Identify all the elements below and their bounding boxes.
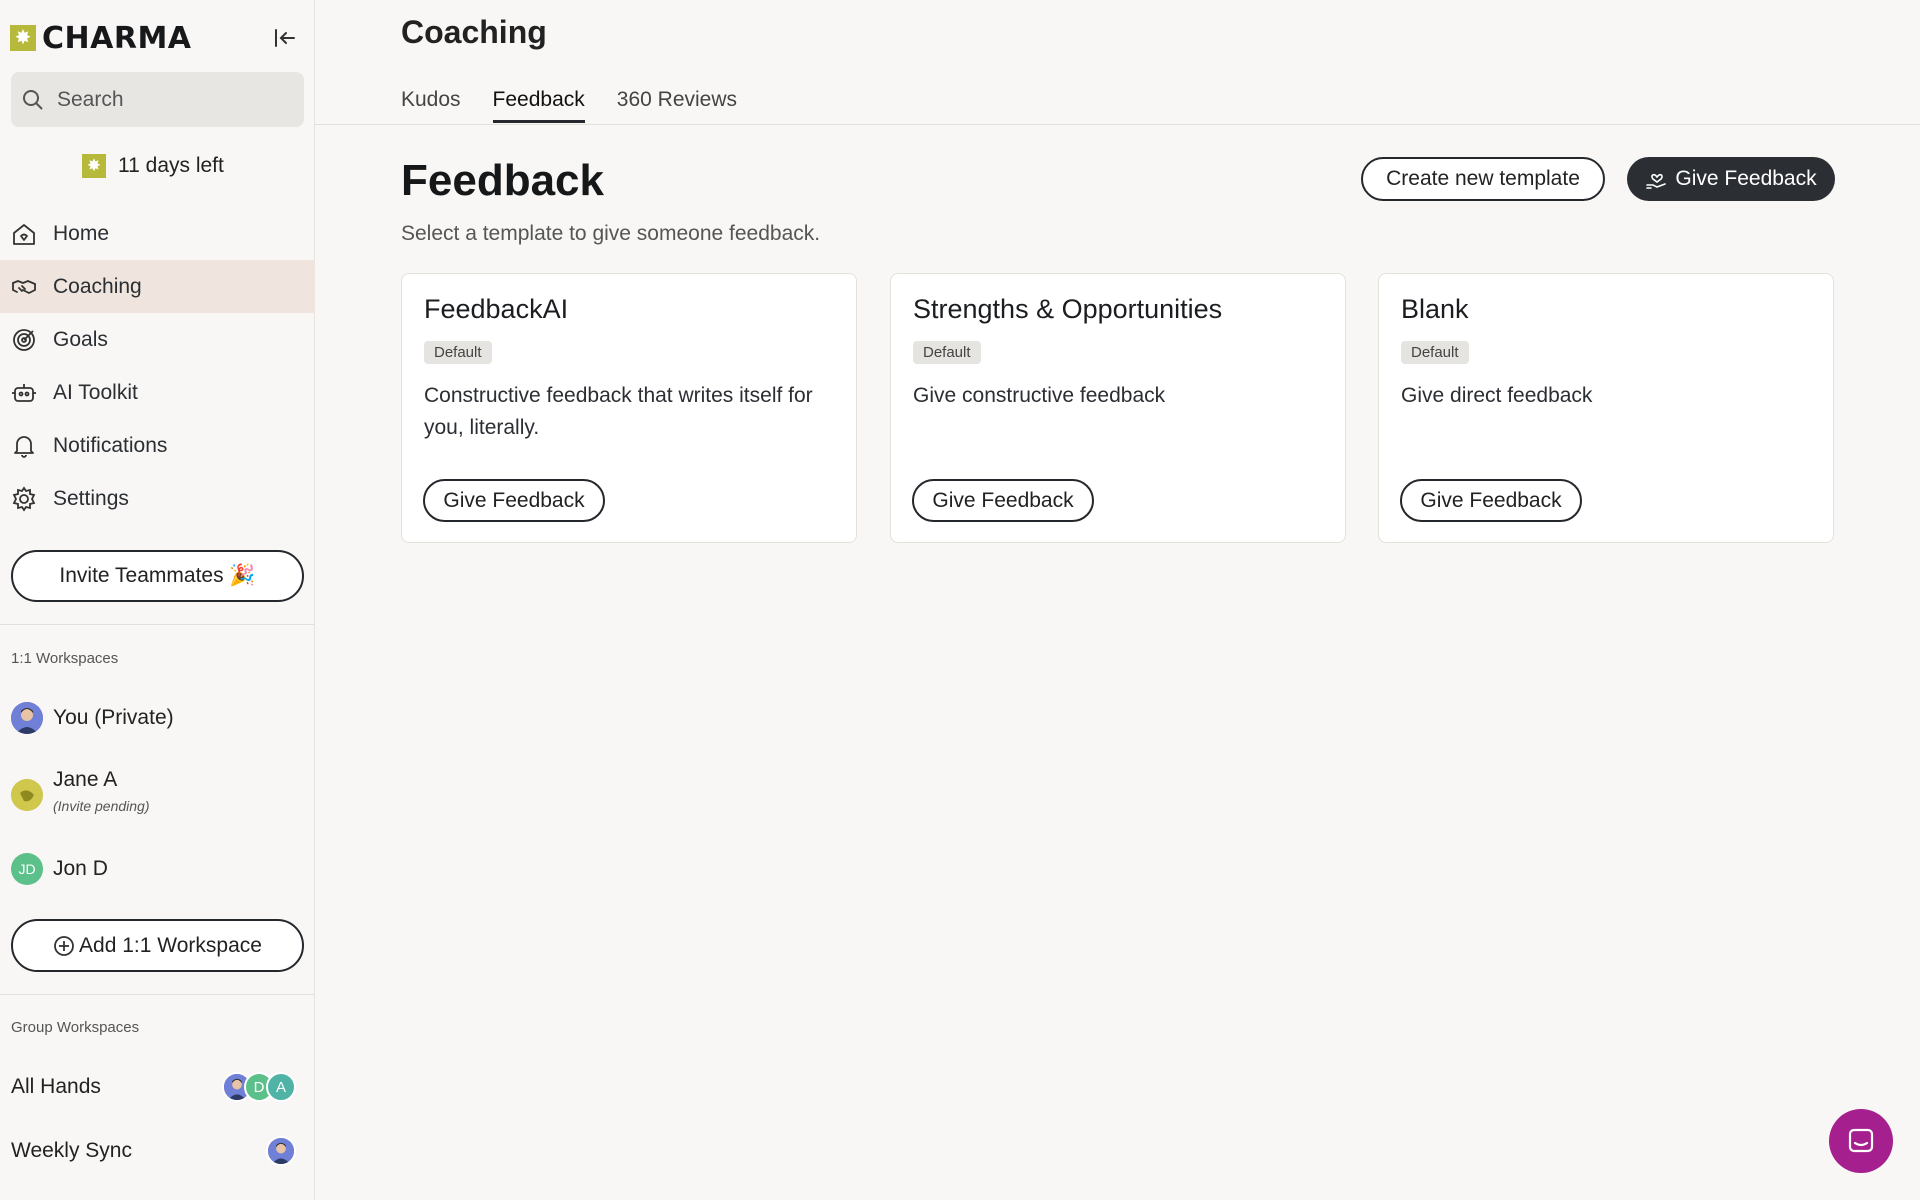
target-icon bbox=[13, 328, 35, 351]
avatar bbox=[11, 779, 43, 811]
trial-star-icon: ✸ bbox=[82, 154, 106, 178]
template-card-blank[interactable]: Blank Default Give direct feedback Give … bbox=[1378, 273, 1834, 543]
invite-pending-status: (Invite pending) bbox=[53, 798, 150, 814]
nav-item-goals[interactable]: Goals bbox=[0, 313, 315, 366]
nav-item-settings[interactable]: Settings bbox=[0, 472, 315, 525]
chat-icon bbox=[1848, 1128, 1874, 1153]
group-all-hands[interactable]: All Hands D A bbox=[11, 1072, 296, 1102]
collapse-left-icon bbox=[275, 29, 295, 47]
member-avatars bbox=[266, 1136, 296, 1166]
page-header: Coaching Kudos Feedback 360 Reviews bbox=[315, 0, 1920, 125]
coaching-tabs: Kudos Feedback 360 Reviews bbox=[401, 88, 769, 123]
workspace-jane[interactable]: Jane A (Invite pending) bbox=[11, 768, 150, 814]
person-photo-icon bbox=[268, 1138, 294, 1164]
create-template-button[interactable]: Create new template bbox=[1361, 157, 1605, 201]
collapse-sidebar-button[interactable] bbox=[270, 24, 300, 52]
card-description: Constructive feedback that writes itself… bbox=[424, 384, 813, 439]
nav-item-notifications[interactable]: Notifications bbox=[0, 419, 315, 472]
search-icon bbox=[23, 89, 43, 110]
give-feedback-primary-button[interactable]: Give Feedback bbox=[1627, 157, 1835, 201]
chat-launcher-button[interactable] bbox=[1829, 1109, 1893, 1173]
trial-status[interactable]: ✸ 11 days left bbox=[82, 154, 224, 178]
section-title: Feedback bbox=[401, 156, 604, 205]
search-box[interactable] bbox=[11, 72, 304, 127]
coaching-handshake-icon bbox=[12, 279, 36, 294]
nav-label: Settings bbox=[53, 486, 129, 510]
card-title: FeedbackAI bbox=[424, 294, 569, 324]
template-card-strengths[interactable]: Strengths & Opportunities Default Give c… bbox=[890, 273, 1346, 543]
brand-name: CHARMA bbox=[42, 20, 192, 56]
nav-label: Home bbox=[53, 221, 110, 245]
group-weekly-sync[interactable]: Weekly Sync bbox=[11, 1136, 296, 1166]
nav-label: Goals bbox=[53, 327, 108, 351]
default-badge: Default bbox=[424, 341, 492, 364]
give-feedback-button[interactable]: Give Feedback bbox=[1400, 479, 1582, 522]
workspaces-section-label: 1:1 Workspaces bbox=[11, 650, 119, 667]
sidebar-divider bbox=[0, 994, 315, 995]
hand-heart-icon bbox=[1646, 174, 1667, 189]
nav-item-ai-toolkit[interactable]: AI Toolkit bbox=[0, 366, 315, 419]
workspace-name: Jon D bbox=[53, 857, 108, 880]
add-workspace-button[interactable]: Add 1:1 Workspace bbox=[11, 919, 304, 972]
nav-label: AI Toolkit bbox=[53, 380, 138, 404]
nav-label: Coaching bbox=[53, 274, 142, 298]
robot-icon bbox=[12, 383, 36, 402]
avatar: A bbox=[266, 1072, 296, 1102]
invite-teammates-button[interactable]: Invite Teammates 🎉 bbox=[11, 550, 304, 602]
emoji-avatar-icon bbox=[11, 779, 43, 811]
main-nav: Home Coaching Goals AI Toolkit Notificat… bbox=[0, 207, 315, 525]
nav-label: Notifications bbox=[53, 433, 168, 457]
card-title: Strengths & Opportunities bbox=[913, 294, 1223, 324]
give-feedback-button[interactable]: Give Feedback bbox=[912, 479, 1094, 522]
brand-logo[interactable]: ✸ CHARMA bbox=[10, 20, 192, 56]
charma-logo-icon: ✸ bbox=[10, 25, 36, 51]
nav-item-coaching[interactable]: Coaching bbox=[0, 260, 315, 313]
add-workspace-label: Add 1:1 Workspace bbox=[79, 933, 262, 957]
workspace-you[interactable]: You (Private) bbox=[11, 702, 174, 734]
sidebar-divider bbox=[0, 624, 315, 625]
nav-item-home[interactable]: Home bbox=[0, 207, 315, 260]
default-badge: Default bbox=[913, 341, 981, 364]
card-title: Blank bbox=[1401, 294, 1469, 324]
group-name: All Hands bbox=[11, 1075, 101, 1098]
trial-text: 11 days left bbox=[118, 154, 224, 177]
home-icon bbox=[13, 223, 35, 245]
default-badge: Default bbox=[1401, 341, 1469, 364]
avatar bbox=[266, 1136, 296, 1166]
sidebar: ✸ CHARMA ✸ 11 days left Home Coaching bbox=[0, 0, 315, 1200]
card-description: Give direct feedback bbox=[1401, 384, 1593, 407]
gear-icon bbox=[12, 485, 36, 512]
invite-label: Invite Teammates 🎉 bbox=[59, 564, 256, 587]
workspace-jon[interactable]: JD Jon D bbox=[11, 853, 108, 885]
give-feedback-button[interactable]: Give Feedback bbox=[423, 479, 605, 522]
member-avatars: D A bbox=[222, 1072, 296, 1102]
avatar: JD bbox=[11, 853, 43, 885]
bell-icon bbox=[14, 435, 34, 458]
group-workspaces-label: Group Workspaces bbox=[11, 1019, 140, 1036]
workspace-name: You (Private) bbox=[53, 706, 174, 729]
create-template-label: Create new template bbox=[1386, 167, 1580, 190]
workspace-name: Jane A bbox=[53, 768, 118, 791]
give-feedback-label: Give Feedback bbox=[1675, 167, 1817, 190]
section-subtitle: Select a template to give someone feedba… bbox=[401, 222, 821, 245]
template-card-feedbackai[interactable]: FeedbackAI Default Constructive feedback… bbox=[401, 273, 857, 543]
page-title: Coaching bbox=[401, 14, 547, 50]
avatar bbox=[11, 702, 43, 734]
tab-feedback[interactable]: Feedback bbox=[492, 88, 585, 123]
card-description: Give constructive feedback bbox=[913, 384, 1166, 407]
tab-kudos[interactable]: Kudos bbox=[401, 88, 461, 123]
group-name: Weekly Sync bbox=[11, 1139, 132, 1162]
person-photo-icon bbox=[11, 702, 43, 734]
tab-360-reviews[interactable]: 360 Reviews bbox=[617, 88, 737, 123]
search-input[interactable] bbox=[57, 87, 297, 112]
plus-circle-icon bbox=[54, 935, 74, 956]
